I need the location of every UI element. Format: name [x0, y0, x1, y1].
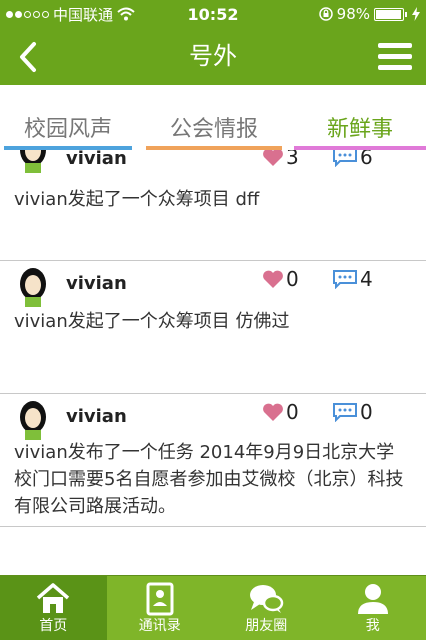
likes-group[interactable]: 0 — [262, 400, 299, 424]
tabbar-label: 朋友圈 — [245, 618, 288, 634]
tab-label: 校园风声 — [23, 117, 112, 142]
orientation-lock-icon — [318, 7, 333, 21]
category-tabs: 校园风声 公会情报 新鲜事 — [0, 85, 426, 150]
tab-campus[interactable]: 校园风声 — [4, 85, 132, 150]
chat-bubbles-icon — [250, 585, 284, 613]
page-title: 号外 — [189, 42, 237, 70]
tabbar-moments[interactable]: 朋友圈 — [213, 576, 320, 640]
username: vivian — [66, 273, 127, 294]
heart-icon — [263, 403, 283, 421]
heart-icon — [263, 270, 283, 288]
comments-count: 6 — [360, 150, 373, 169]
contacts-icon — [146, 582, 174, 616]
tabbar-label: 首页 — [39, 618, 68, 634]
feed-item[interactable]: vivian 0 4 vivian发起了一个众筹项目 仿佛过 — [0, 261, 426, 394]
comment-icon — [333, 270, 357, 289]
battery-icon — [374, 7, 407, 21]
comments-group[interactable]: 6 — [332, 150, 373, 169]
avatar — [20, 401, 46, 440]
tab-label: 新鲜事 — [326, 117, 393, 142]
battery-percent: 98% — [336, 5, 370, 23]
navigation-bar: 号外 — [0, 28, 426, 85]
comment-icon — [333, 150, 357, 167]
username: vivian — [66, 150, 127, 169]
status-bar: 中国联通 10:52 98% — [0, 0, 426, 28]
heart-icon — [263, 150, 283, 166]
tab-guild[interactable]: 公会情报 — [146, 85, 282, 150]
charging-icon — [412, 7, 420, 21]
feed-list[interactable]: vivian 3 6 vivian发起了一个众筹项目 dff vivian 0 … — [0, 150, 426, 575]
tabbar-me[interactable]: 我 — [320, 576, 426, 640]
likes-group[interactable]: 3 — [262, 150, 299, 169]
tab-label: 公会情报 — [169, 117, 258, 142]
likes-count: 3 — [286, 150, 299, 169]
feed-item[interactable]: vivian 3 6 vivian发起了一个众筹项目 dff — [0, 150, 426, 261]
bottom-tab-bar: 首页 通讯录 朋友圈 我 — [0, 575, 426, 640]
post-content: vivian发布了一个任务 2014年9月9日北京大学校门口需要5名自愿者参加由… — [14, 442, 404, 517]
likes-count: 0 — [286, 267, 299, 291]
likes-group[interactable]: 0 — [262, 267, 299, 291]
avatar — [20, 150, 46, 173]
tab-news[interactable]: 新鲜事 — [294, 85, 426, 150]
tabbar-label: 我 — [365, 618, 380, 634]
comment-icon — [333, 403, 357, 422]
tabbar-contacts[interactable]: 通讯录 — [107, 576, 214, 640]
tabbar-home[interactable]: 首页 — [0, 576, 107, 640]
comments-group[interactable]: 4 — [332, 267, 373, 291]
status-right-group: 98% — [318, 0, 420, 28]
post-content: vivian发起了一个众筹项目 dff — [14, 189, 260, 210]
comments-group[interactable]: 0 — [332, 400, 373, 424]
avatar — [20, 268, 46, 307]
likes-count: 0 — [286, 400, 299, 424]
home-icon — [37, 583, 70, 613]
post-content: vivian发起了一个众筹项目 仿佛过 — [14, 311, 290, 332]
comments-count: 4 — [360, 267, 373, 291]
comments-count: 0 — [360, 400, 373, 424]
hamburger-menu-icon[interactable] — [378, 43, 412, 71]
feed-item[interactable]: vivian 0 0 vivian发布了一个任务 2014年9月9日北京大学校门… — [0, 394, 426, 527]
username: vivian — [66, 406, 127, 427]
person-icon — [357, 584, 388, 614]
tabbar-label: 通讯录 — [138, 618, 181, 634]
